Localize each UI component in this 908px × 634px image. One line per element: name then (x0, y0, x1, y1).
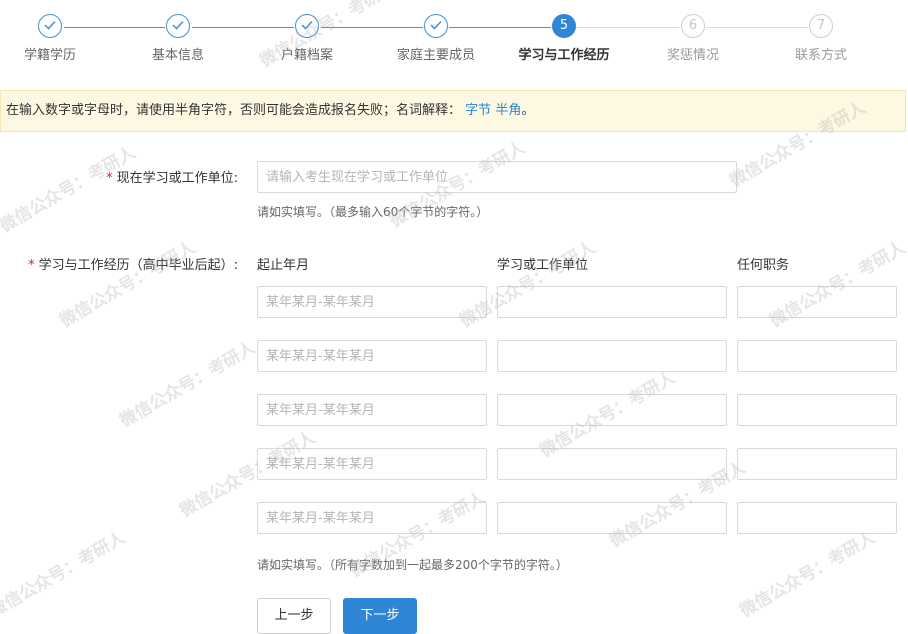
unit-input-3[interactable] (497, 394, 727, 426)
step-label: 学习与工作经历 (518, 48, 610, 63)
watermark: 微信公众号：考研人 (0, 527, 130, 622)
next-button[interactable]: 下一步 (343, 598, 417, 634)
step-label: 户籍档案 (280, 48, 333, 63)
notice-banner: 在输入数字或字母时，请使用半角字符，否则可能会造成报名失败；名词解释： 字节 半… (0, 90, 906, 132)
step-label: 奖惩情况 (666, 48, 719, 63)
required-mark: * (106, 171, 113, 186)
step-family[interactable]: 家庭主要成员 (371, 14, 501, 63)
step-basic-info[interactable]: 基本信息 (113, 14, 243, 63)
progress-steps: 学籍学历 基本信息 户籍档案 家庭主要成员 5 学习与工作经历 6 奖惩情况 7… (0, 0, 908, 80)
position-input-5[interactable] (737, 502, 897, 534)
position-input-1[interactable] (737, 286, 897, 318)
label-text: 现在学习或工作单位: (116, 171, 238, 186)
watermark: 微信公众号：考研人 (736, 527, 880, 622)
unit-input-5[interactable] (497, 502, 727, 534)
step-label: 基本信息 (151, 48, 204, 63)
position-input-4[interactable] (737, 448, 897, 480)
step-number: 5 (552, 14, 576, 38)
watermark: 微信公众号：考研人 (56, 237, 200, 332)
current-unit-hint: 请如实填写。（最多输入60个字节的字符。） (257, 205, 489, 219)
unit-input-2[interactable] (497, 340, 727, 372)
current-unit-label: * 现在学习或工作单位: (0, 167, 238, 186)
step-contact[interactable]: 7 联系方式 (756, 14, 886, 63)
link-half-width[interactable]: 半角 (495, 103, 521, 118)
link-byte[interactable]: 字节 (465, 103, 491, 118)
position-input-3[interactable] (737, 394, 897, 426)
step-xueji[interactable]: 学籍学历 (0, 14, 115, 63)
experience-hint: 请如实填写。（所有字数加到一起最多200个字节的字符。） (257, 558, 568, 572)
position-input-2[interactable] (737, 340, 897, 372)
label-text: 学习与工作经历（高中毕业后起）: (38, 258, 238, 273)
period-input-3[interactable] (257, 394, 487, 426)
notice-text: 在输入数字或字母时，请使用半角字符，否则可能会造成报名失败；名词解释： (6, 103, 462, 118)
notice-suffix: 。 (521, 103, 535, 118)
current-unit-input[interactable] (257, 161, 737, 193)
step-label: 联系方式 (794, 48, 847, 63)
check-icon (166, 14, 190, 38)
experience-label: * 学习与工作经历（高中毕业后起）: (0, 254, 238, 273)
required-mark: * (28, 258, 35, 273)
watermark: 微信公众号：考研人 (0, 142, 140, 237)
check-icon (424, 14, 448, 38)
check-icon (38, 14, 62, 38)
column-header-position: 任何职务 (737, 258, 790, 273)
step-huji[interactable]: 户籍档案 (242, 14, 372, 63)
prev-button[interactable]: 上一步 (257, 598, 331, 634)
step-number: 7 (809, 14, 833, 38)
step-label: 学籍学历 (23, 48, 76, 63)
watermark: 微信公众号：考研人 (116, 337, 260, 432)
period-input-5[interactable] (257, 502, 487, 534)
period-input-1[interactable] (257, 286, 487, 318)
unit-input-1[interactable] (497, 286, 727, 318)
period-input-4[interactable] (257, 448, 487, 480)
period-input-2[interactable] (257, 340, 487, 372)
step-label: 家庭主要成员 (396, 48, 475, 63)
step-rewards[interactable]: 6 奖惩情况 (628, 14, 758, 63)
unit-input-4[interactable] (497, 448, 727, 480)
check-icon (295, 14, 319, 38)
column-header-period: 起止年月 (257, 258, 310, 273)
step-experience[interactable]: 5 学习与工作经历 (499, 14, 629, 63)
column-header-unit: 学习或工作单位 (497, 258, 589, 273)
step-number: 6 (681, 14, 705, 38)
